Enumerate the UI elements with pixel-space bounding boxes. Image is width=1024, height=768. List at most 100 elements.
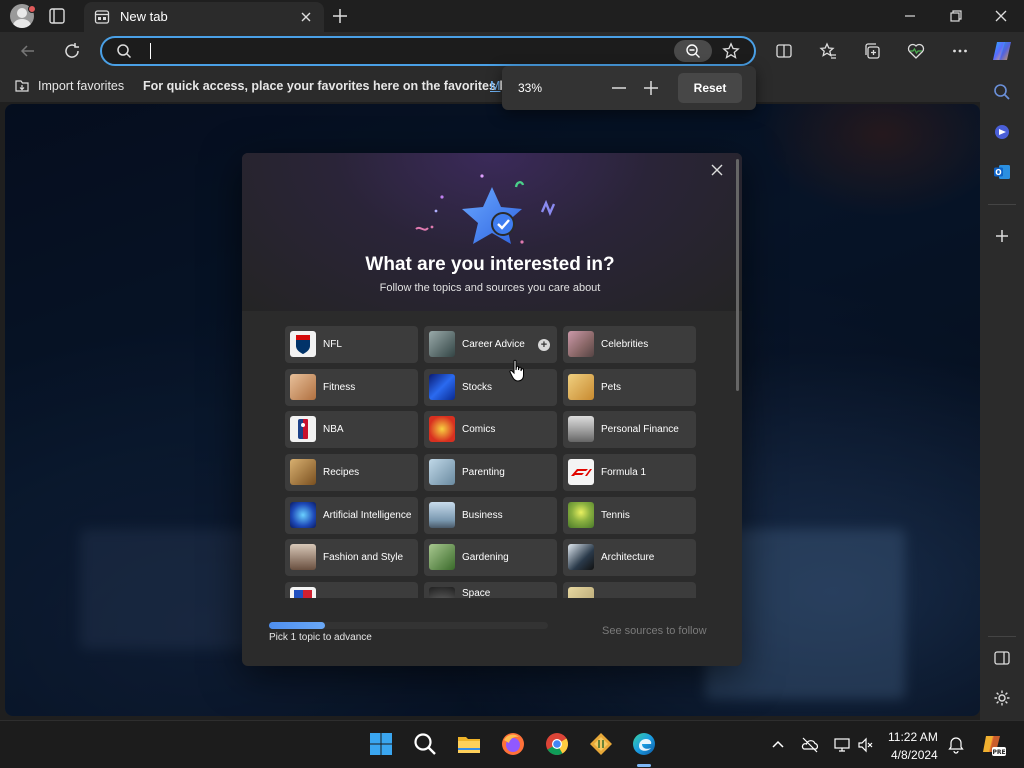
chrome-icon[interactable] [544,731,570,757]
topic-celebrities[interactable]: Celebrities [563,326,696,363]
add-favorite-star-icon[interactable] [722,42,740,60]
sidebar-add-icon[interactable] [992,226,1012,246]
tab-title: New tab [120,9,168,24]
topic-nfl[interactable]: NFL [285,326,418,363]
progress-fill [269,622,325,629]
stocks-photo-icon [429,374,455,400]
tennis-photo-icon [568,502,594,528]
topic-parenting[interactable]: Parenting [424,454,557,491]
follow-plus-icon[interactable]: + [538,339,550,351]
topic-business[interactable]: Business [424,497,557,534]
sidebar-search-icon[interactable] [992,82,1012,102]
edge-icon[interactable] [631,731,657,757]
tab-new-tab[interactable]: New tab [84,2,324,32]
partial-photo-icon [568,587,594,598]
topic-tennis[interactable]: Tennis [563,497,696,534]
zoom-out-button[interactable] [610,79,628,97]
sidebar-copilot-icon[interactable] [992,122,1012,142]
sidebar-outlook-icon[interactable]: O [992,162,1012,182]
onedrive-icon[interactable] [801,736,819,754]
tab-close-icon[interactable] [298,9,314,25]
close-window-icon[interactable] [991,6,1011,26]
text-caret [150,43,151,59]
minimize-icon[interactable] [900,6,920,26]
network-icon[interactable] [833,736,851,754]
sourcetree-icon[interactable] [588,731,614,757]
topic-formula-1[interactable]: Formula 1 [563,454,696,491]
firefox-icon[interactable] [500,731,526,757]
career-advice-photo-icon [429,331,455,357]
zoom-out-icon [686,44,700,58]
topics-grid: NFL Career Advice + Celebrities Fitness … [285,326,697,598]
split-screen-icon[interactable] [774,41,794,61]
restore-icon[interactable] [946,6,966,26]
personal-finance-photo-icon [568,416,594,442]
navigation-toolbar [0,32,1024,70]
space-photo-icon [429,587,455,598]
address-bar[interactable] [100,36,756,66]
browser-essentials-icon[interactable] [906,41,926,61]
topic-career-advice[interactable]: Career Advice + [424,326,557,363]
business-photo-icon [429,502,455,528]
see-sources-button[interactable]: See sources to follow [602,625,707,637]
zoom-popup: 33% Reset [502,66,756,110]
favorites-bar: Import favorites For quick access, place… [0,70,980,102]
topic-architecture[interactable]: Architecture [563,539,696,576]
collections-icon[interactable] [862,41,882,61]
topic-gardening[interactable]: Gardening [424,539,557,576]
settings-more-icon[interactable] [950,41,970,61]
topic-nba[interactable]: NBA [285,411,418,448]
zoom-reset-button[interactable]: Reset [678,73,742,103]
notification-bell-icon[interactable] [947,736,965,754]
topic-partial[interactable] [563,582,696,598]
taskbar-search-icon[interactable] [412,731,438,757]
zoom-in-button[interactable] [642,79,660,97]
dialog-title: What are you interested in? [365,254,615,275]
file-explorer-icon[interactable] [456,731,482,757]
hide-sidebar-icon[interactable] [992,648,1012,668]
topic-comics[interactable]: Comics [424,411,557,448]
nba-logo-icon [290,416,316,442]
topic-partial[interactable] [285,582,418,598]
topic-recipes[interactable]: Recipes [285,454,418,491]
interests-dialog: What are you interested in? Follow the t… [242,153,742,666]
svg-text:PRE: PRE [992,749,1005,756]
profile-notification-dot [28,5,36,13]
show-hidden-icons-chevron-icon[interactable] [769,736,787,754]
refresh-icon[interactable] [62,41,82,61]
new-tab-page-icon [94,9,110,25]
topic-fitness[interactable]: Fitness [285,369,418,406]
topic-personal-finance[interactable]: Personal Finance [563,411,696,448]
topic-stocks[interactable]: Stocks [424,369,557,406]
zoom-indicator-button[interactable] [674,40,712,62]
volume-muted-icon[interactable] [857,736,875,754]
clock-date[interactable]: 4/8/2024 [891,748,938,762]
close-dialog-icon[interactable] [709,162,725,178]
recipes-photo-icon [290,459,316,485]
celebrities-photo-icon [568,331,594,357]
search-icon [116,43,132,59]
windows-start-icon[interactable] [368,731,394,757]
sidebar-separator [988,636,1016,637]
copilot-pre-icon[interactable]: PRE [980,732,1006,758]
title-bar: New tab [0,0,1024,32]
favorites-bar-hint: For quick access, place your favorites h… [143,79,522,93]
copilot-icon[interactable] [990,39,1014,63]
sidebar-settings-gear-icon[interactable] [992,688,1012,708]
favorites-icon[interactable] [818,41,838,61]
import-favorites-icon [14,78,30,94]
manage-favorites-link[interactable]: M [490,79,500,93]
topic-pets[interactable]: Pets [563,369,696,406]
back-icon[interactable] [18,41,38,61]
clock-time[interactable]: 11:22 AM [888,730,938,744]
svg-text:O: O [995,168,1001,177]
architecture-photo-icon [568,544,594,570]
topic-fashion-and-style[interactable]: Fashion and Style [285,539,418,576]
active-app-indicator [637,764,651,767]
topic-artificial-intelligence[interactable]: Artificial Intelligence [285,497,418,534]
artificial-intelligence-photo-icon [290,502,316,528]
tab-actions-icon[interactable] [48,7,66,25]
new-tab-button[interactable] [330,6,350,26]
import-favorites-button[interactable]: Import favorites [38,79,124,93]
topic-space[interactable]: Space [424,582,557,598]
